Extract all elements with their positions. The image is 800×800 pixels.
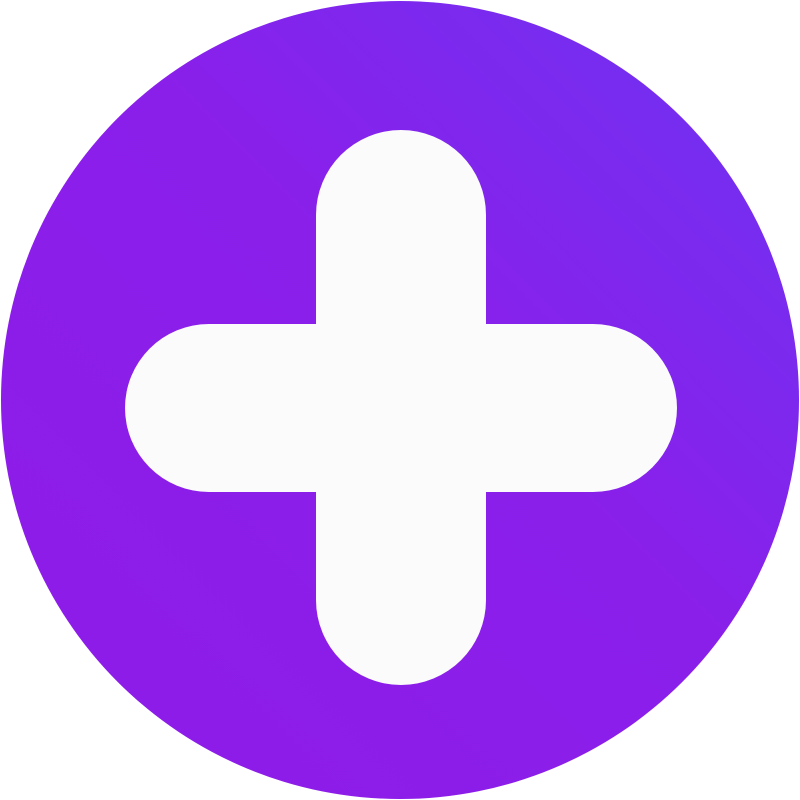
add-button-graphic [1,1,799,799]
add-button[interactable] [0,0,800,800]
canvas [0,0,800,800]
plus-icon-horizontal-bar [125,324,677,492]
